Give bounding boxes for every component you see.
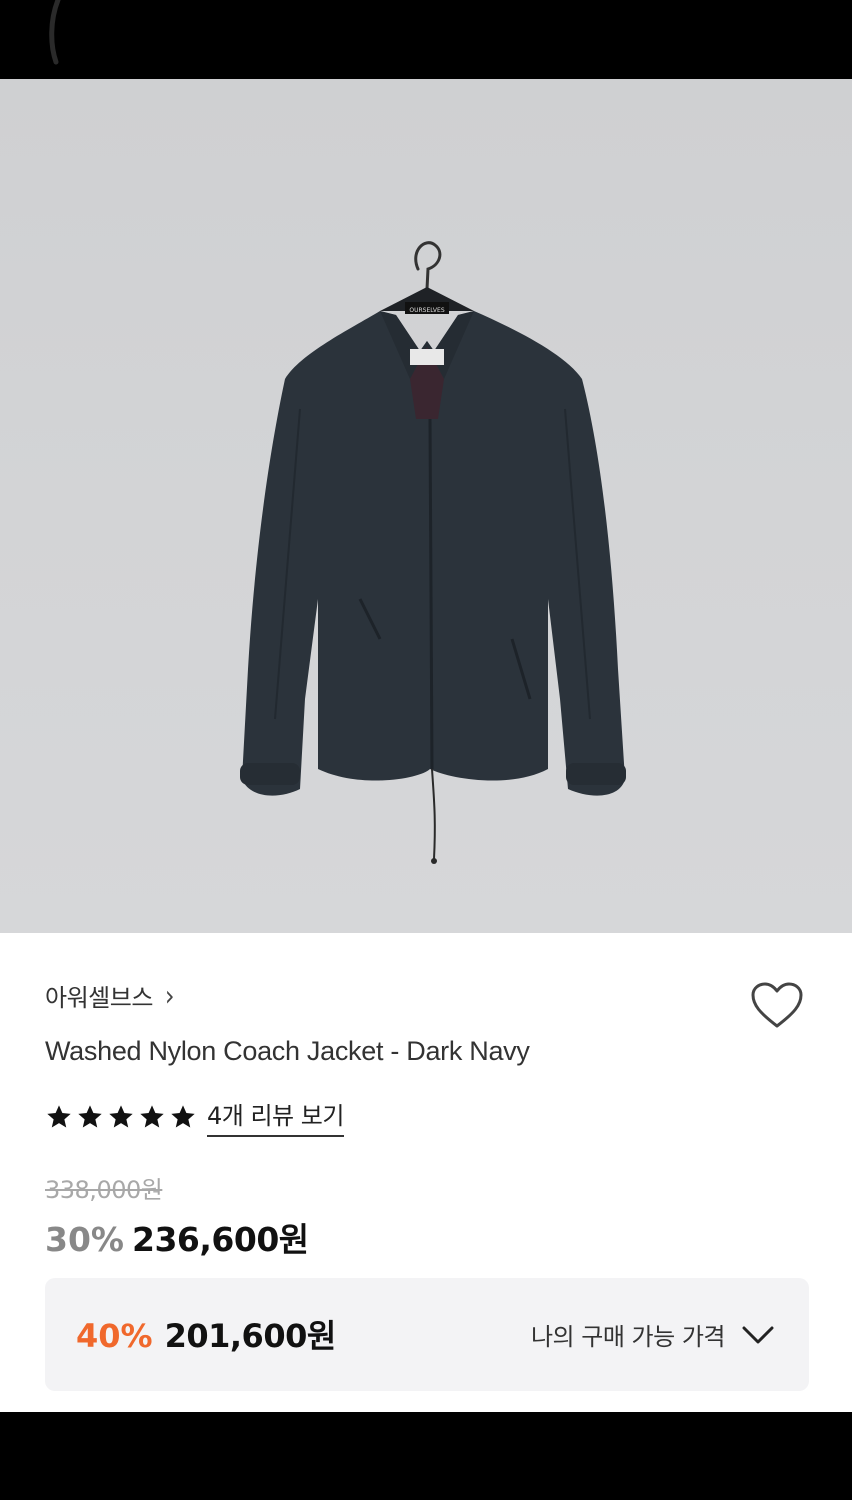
svg-text:OURSELVES: OURSELVES [409, 307, 444, 314]
jacket-photo: OURSELVES [240, 241, 626, 864]
review-link[interactable]: 4개 리뷰 보기 [207, 1096, 344, 1137]
my-discount-rate: 40% [76, 1317, 153, 1355]
top-status-bar [0, 0, 852, 79]
my-price: 201,600원 [164, 1317, 337, 1355]
my-price-toggle[interactable]: 40% 201,600원 나의 구매 가능 가격 [45, 1278, 809, 1391]
rating-row: 4개 리뷰 보기 [45, 1096, 344, 1137]
star-icon [140, 1104, 164, 1127]
star-icon [78, 1104, 102, 1127]
back-arrow-icon[interactable] [40, 0, 80, 70]
original-price: 338,000원 [45, 1176, 163, 1204]
heart-outline-icon[interactable] [750, 981, 804, 1031]
brand-link[interactable]: 아워셀브스 › [45, 978, 175, 1013]
my-price-label: 나의 구매 가능 가격 [530, 1323, 726, 1351]
bottom-bar [0, 1412, 852, 1500]
discount-rate: 30% [45, 1220, 124, 1259]
star-icon [109, 1104, 133, 1127]
sale-price-row: 30% 236,600원 [45, 1213, 309, 1261]
product-info-panel: 아워셀브스 › Washed Nylon Coach Jacket - Dark… [0, 933, 852, 1412]
my-price-values: 40% 201,600원 [76, 1311, 336, 1357]
star-icon [171, 1104, 195, 1127]
my-price-label-group: 나의 구매 가능 가격 [531, 1317, 775, 1352]
chevron-down-icon [742, 1326, 774, 1343]
sale-price: 236,600원 [132, 1220, 309, 1259]
star-icon [47, 1104, 71, 1127]
chevron-right-icon: › [164, 978, 175, 1013]
brand-name: 아워셀브스 [45, 984, 153, 1012]
product-title: Washed Nylon Coach Jacket - Dark Navy [45, 1036, 530, 1066]
product-image[interactable]: OURSELVES [0, 79, 852, 933]
rating-stars [45, 1103, 197, 1131]
